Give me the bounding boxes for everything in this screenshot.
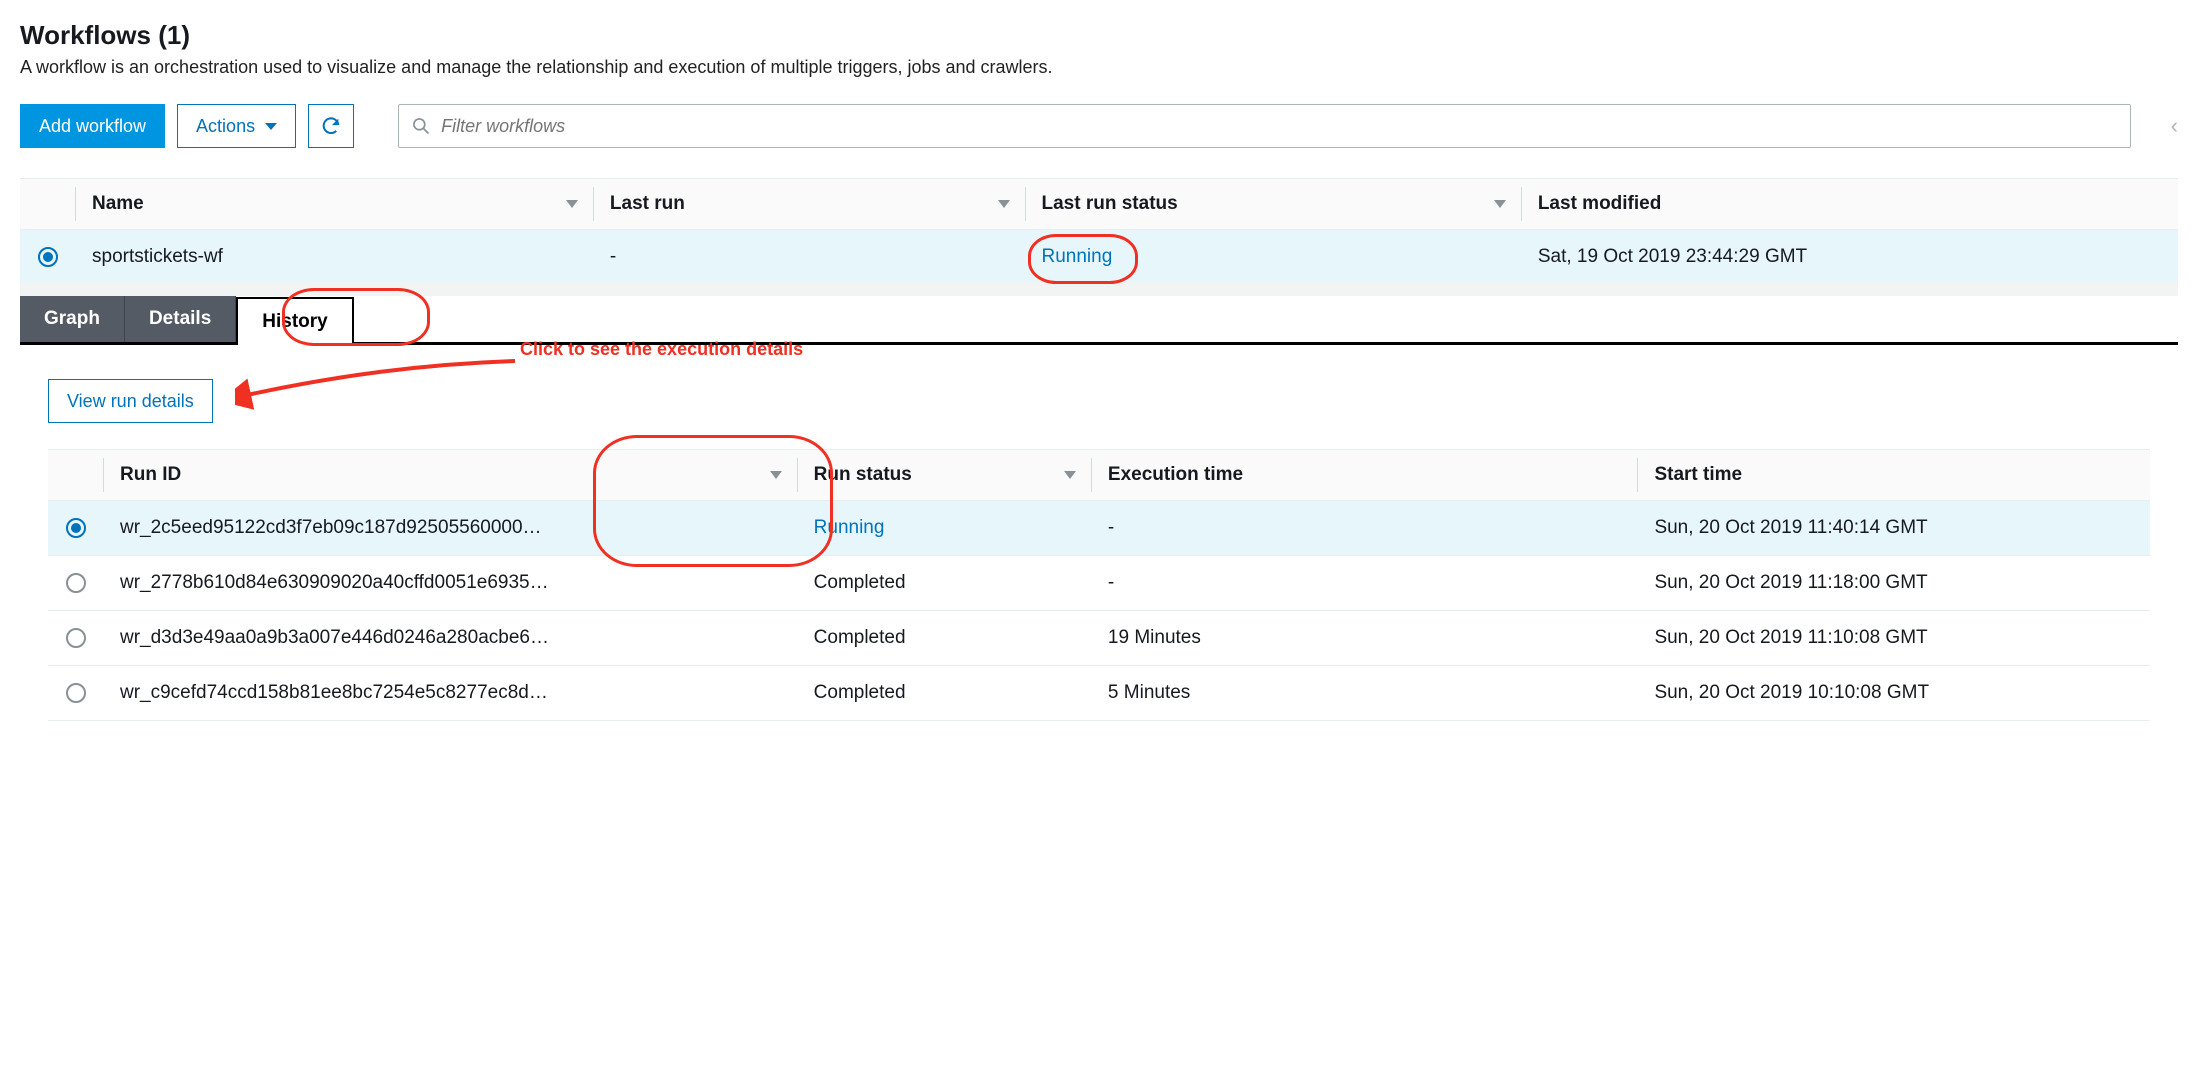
refresh-button[interactable] xyxy=(308,104,354,148)
sort-caret-icon xyxy=(998,200,1010,208)
workflow-row[interactable]: sportstickets-wf - Running Sat, 19 Oct 2… xyxy=(20,230,2178,285)
search-filter[interactable] xyxy=(398,104,2131,148)
run-row[interactable]: wr_2778b610d84e630909020a40cffd0051e6935… xyxy=(48,556,2150,611)
workflow-last-run: - xyxy=(594,230,1026,285)
column-run-id[interactable]: Run ID xyxy=(104,450,798,501)
sort-caret-icon xyxy=(770,471,782,479)
sort-caret-icon xyxy=(1494,200,1506,208)
run-row[interactable]: wr_c9cefd74ccd158b81ee8bc7254e5c8277ec8d… xyxy=(48,666,2150,721)
column-last-modified[interactable]: Last modified xyxy=(1522,179,2178,230)
history-section: Click to see the execution details View … xyxy=(20,345,2178,721)
annotation-arrow xyxy=(235,355,535,415)
run-id: wr_d3d3e49aa0a9b3a007e446d0246a280acbe6… xyxy=(104,611,798,666)
toolbar: Add workflow Actions ‹ xyxy=(20,104,2178,148)
tab-graph[interactable]: Graph xyxy=(20,296,125,342)
annotation-text: Click to see the execution details xyxy=(520,339,803,360)
run-id: wr_2778b610d84e630909020a40cffd0051e6935… xyxy=(104,556,798,611)
radio[interactable] xyxy=(66,573,86,593)
view-run-details-button[interactable]: View run details xyxy=(48,379,213,423)
divider-bar xyxy=(20,282,2178,296)
run-status: Completed xyxy=(798,611,1092,666)
page-title: Workflows (1) xyxy=(20,20,2178,51)
execution-time: 19 Minutes xyxy=(1092,611,1639,666)
execution-time: - xyxy=(1092,556,1639,611)
column-run-status[interactable]: Run status xyxy=(798,450,1092,501)
start-time: Sun, 20 Oct 2019 11:10:08 GMT xyxy=(1638,611,2150,666)
radio[interactable] xyxy=(66,628,86,648)
annotation-circle xyxy=(1028,234,1138,284)
run-status: Completed xyxy=(798,556,1092,611)
column-name[interactable]: Name xyxy=(76,179,594,230)
start-time: Sun, 20 Oct 2019 11:18:00 GMT xyxy=(1638,556,2150,611)
run-status: Completed xyxy=(798,666,1092,721)
radio[interactable] xyxy=(66,683,86,703)
search-input[interactable] xyxy=(441,116,2118,137)
column-last-run[interactable]: Last run xyxy=(594,179,1026,230)
refresh-icon xyxy=(320,115,342,137)
page-subtitle: A workflow is an orchestration used to v… xyxy=(20,57,2178,78)
run-id: wr_2c5eed95122cd3f7eb09c187d92505560000… xyxy=(104,501,798,556)
run-id: wr_c9cefd74ccd158b81ee8bc7254e5c8277ec8d… xyxy=(104,666,798,721)
sort-caret-icon xyxy=(566,200,578,208)
column-start-time[interactable]: Start time xyxy=(1638,450,2150,501)
sort-caret-icon xyxy=(1064,471,1076,479)
column-last-run-status[interactable]: Last run status xyxy=(1026,179,1522,230)
radio-selected[interactable] xyxy=(38,247,58,267)
radio[interactable] xyxy=(66,518,86,538)
add-workflow-button[interactable]: Add workflow xyxy=(20,104,165,148)
chevron-left-icon[interactable]: ‹ xyxy=(2171,113,2178,139)
start-time: Sun, 20 Oct 2019 10:10:08 GMT xyxy=(1638,666,2150,721)
workflow-last-run-status: Running xyxy=(1026,230,1522,285)
workflow-name: sportstickets-wf xyxy=(76,230,594,285)
chevron-down-icon xyxy=(265,123,277,130)
tabs: Graph Details History xyxy=(20,296,2178,345)
tab-details[interactable]: Details xyxy=(125,296,236,342)
run-row[interactable]: wr_2c5eed95122cd3f7eb09c187d92505560000…… xyxy=(48,501,2150,556)
column-execution-time[interactable]: Execution time xyxy=(1092,450,1639,501)
start-time: Sun, 20 Oct 2019 11:40:14 GMT xyxy=(1638,501,2150,556)
search-icon xyxy=(411,116,431,136)
actions-button[interactable]: Actions xyxy=(177,104,296,148)
run-row[interactable]: wr_d3d3e49aa0a9b3a007e446d0246a280acbe6…… xyxy=(48,611,2150,666)
workflows-table: Name Last run Last run status Last modif… xyxy=(20,178,2178,284)
workflow-last-modified: Sat, 19 Oct 2019 23:44:29 GMT xyxy=(1522,230,2178,285)
execution-time: - xyxy=(1092,501,1639,556)
tab-history[interactable]: History xyxy=(236,297,353,345)
run-status: Running xyxy=(798,501,1092,556)
actions-label: Actions xyxy=(196,116,255,137)
runs-table: Run ID Run status Execution time Start t… xyxy=(48,449,2150,721)
execution-time: 5 Minutes xyxy=(1092,666,1639,721)
